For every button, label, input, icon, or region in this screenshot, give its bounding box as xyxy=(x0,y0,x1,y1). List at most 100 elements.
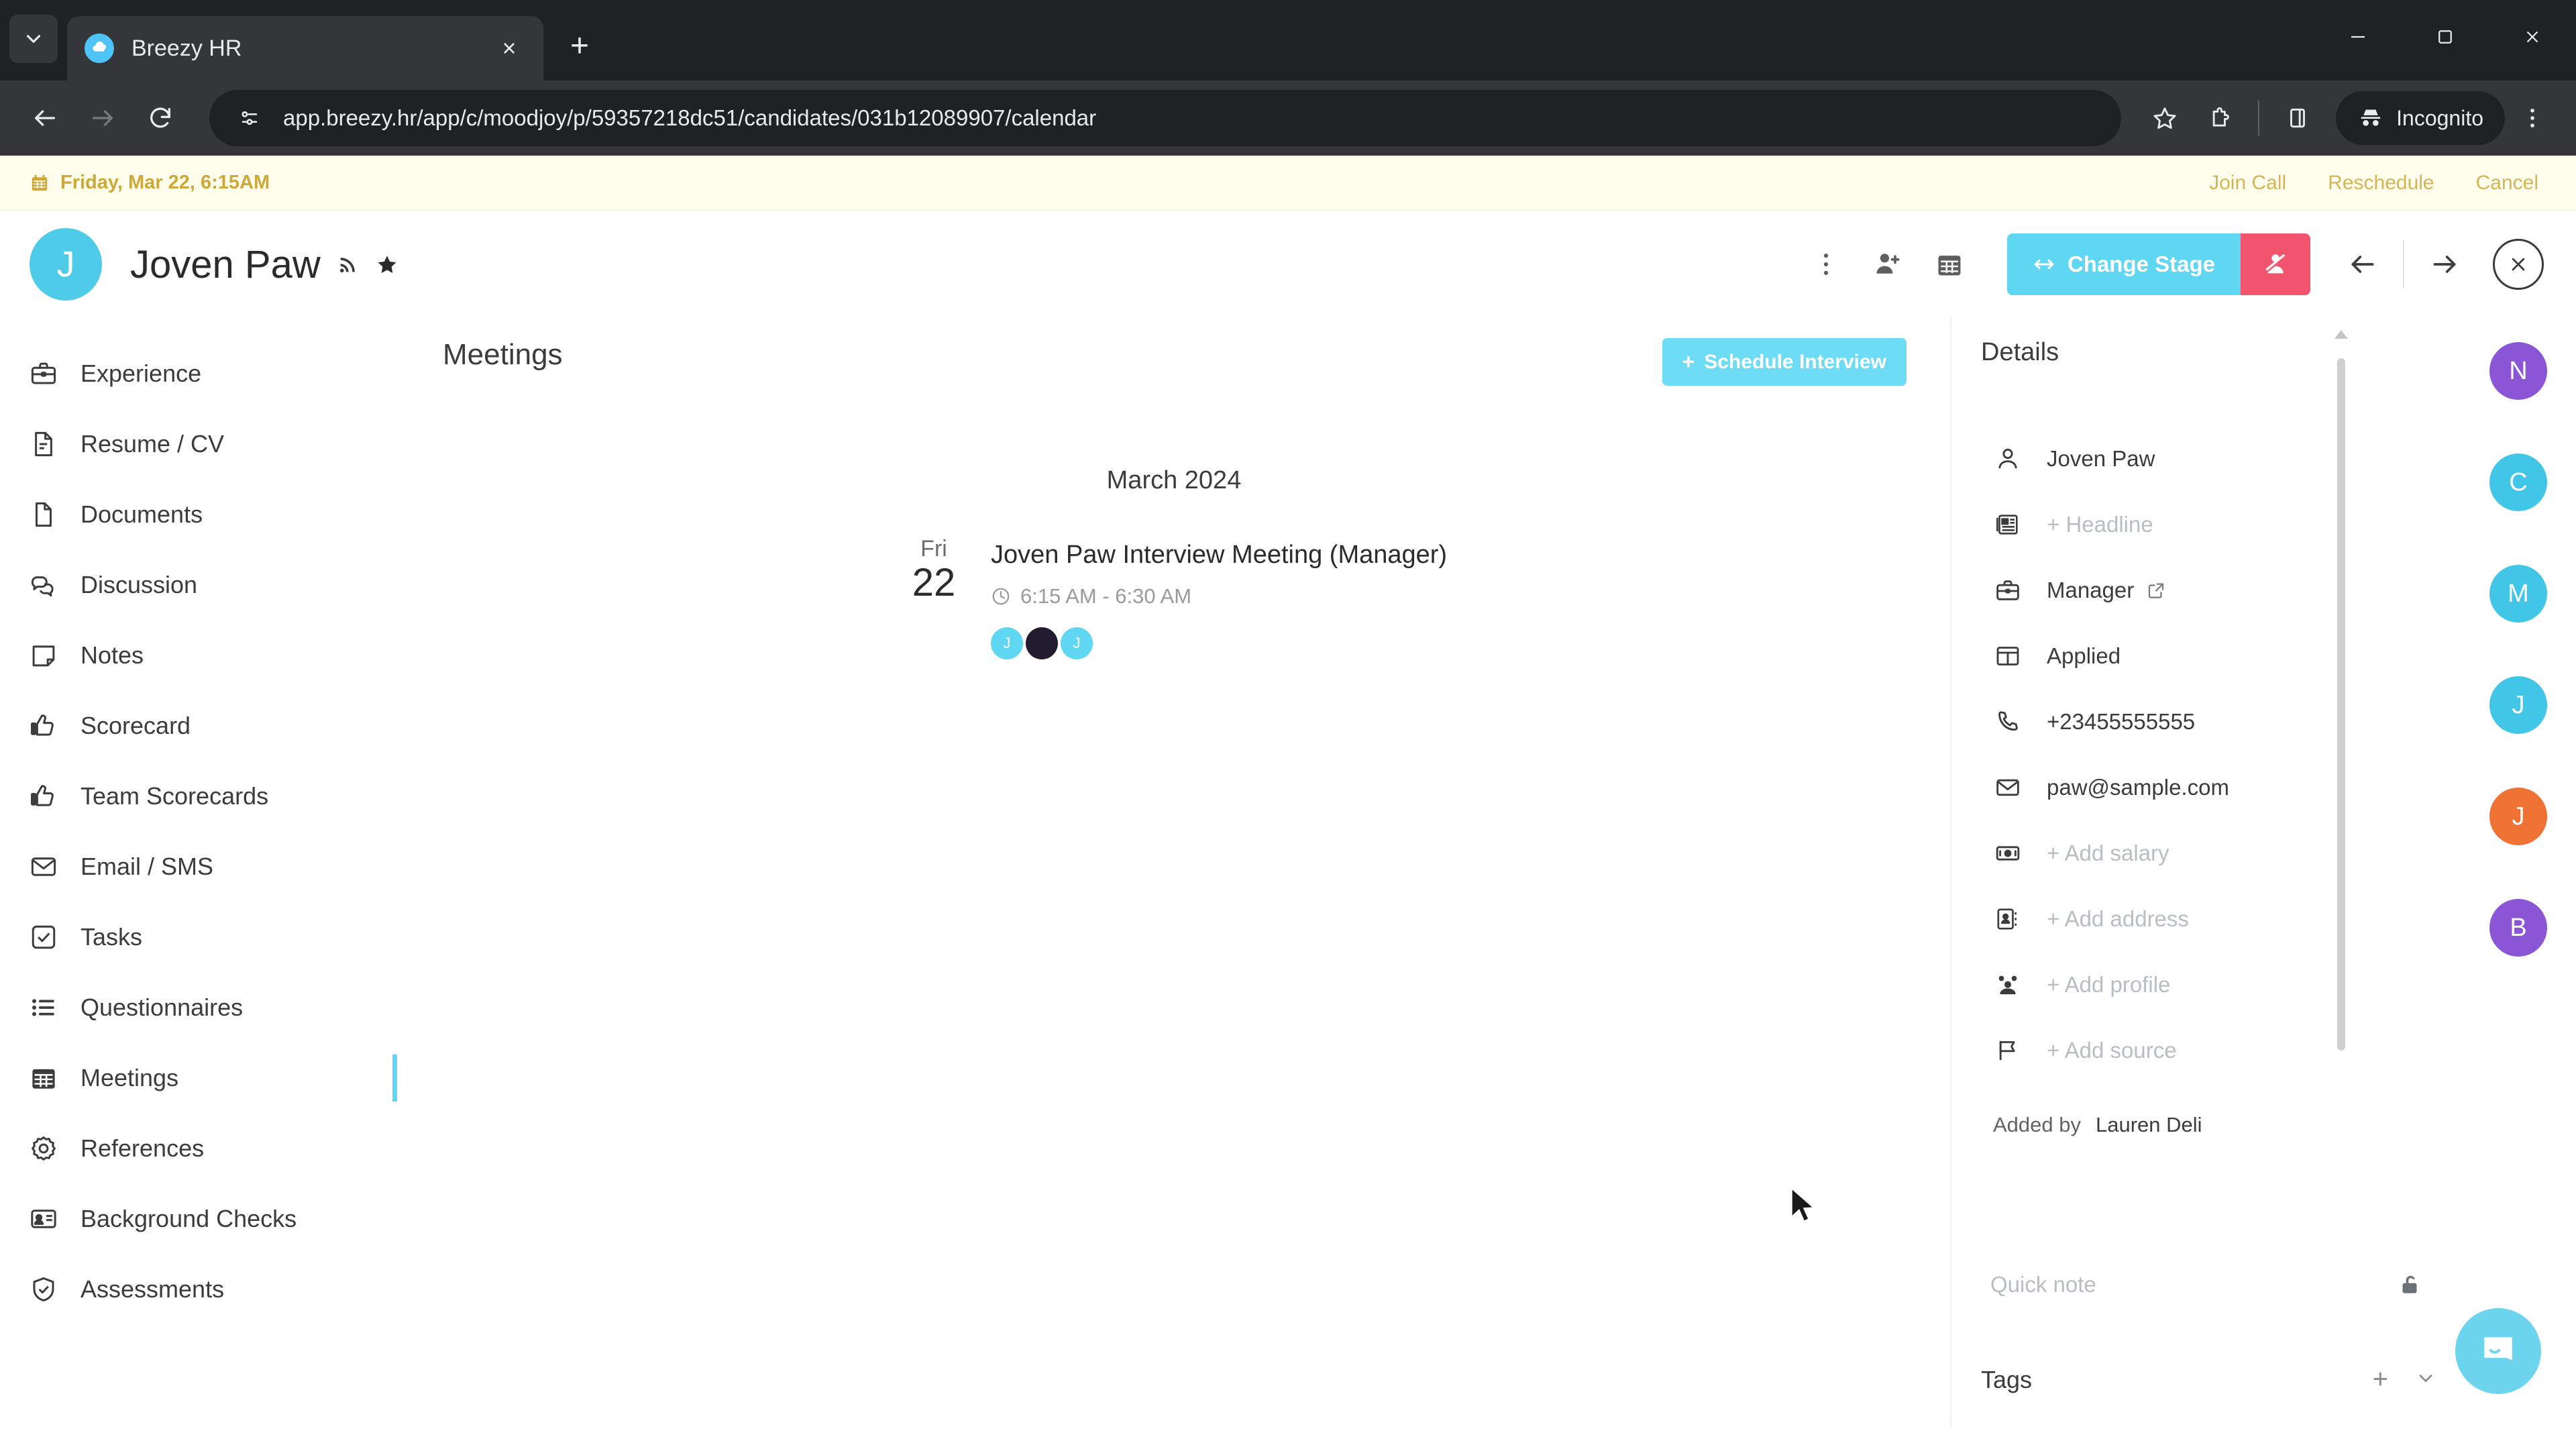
flag-icon xyxy=(1993,1036,2023,1065)
schedule-interview-button[interactable]: + Schedule Interview xyxy=(1662,338,1907,386)
thumbs-up-icon xyxy=(28,781,59,812)
sidebar-item-email-sms[interactable]: Email / SMS xyxy=(0,831,397,902)
sidebar-item-assessments[interactable]: Assessments xyxy=(0,1254,397,1324)
sidebar-item-label: Experience xyxy=(80,359,202,387)
collaborator-avatar[interactable]: N xyxy=(2489,342,2547,400)
site-settings-button[interactable] xyxy=(231,99,268,137)
detail-row-headline[interactable]: + Headline xyxy=(1993,492,2461,557)
reload-button[interactable] xyxy=(131,89,189,147)
rss-feed-icon[interactable] xyxy=(337,253,360,276)
incognito-profile-button[interactable]: Incognito xyxy=(2336,91,2505,145)
sidebar-item-discussion[interactable]: Discussion xyxy=(0,549,397,620)
sidebar-item-notes[interactable]: Notes xyxy=(0,620,397,690)
attendee-avatar[interactable]: J xyxy=(991,627,1023,659)
detail-row-stage[interactable]: Applied xyxy=(1993,623,2461,689)
change-stage-button[interactable]: Change Stage xyxy=(2006,233,2241,295)
meeting-time: 6:15 AM - 6:30 AM xyxy=(1020,584,1192,608)
sidebar-item-documents[interactable]: Documents xyxy=(0,479,397,549)
collaborator-avatar[interactable]: C xyxy=(2489,453,2547,511)
sidebar-item-label: Team Scorecards xyxy=(80,782,269,810)
forward-button[interactable] xyxy=(74,89,131,147)
join-call-link[interactable]: Join Call xyxy=(2209,172,2286,195)
calendar-button[interactable] xyxy=(1919,233,1980,295)
sidebar-item-tasks[interactable]: Tasks xyxy=(0,902,397,972)
sidebar-item-team-scorecards[interactable]: Team Scorecards xyxy=(0,761,397,831)
add-person-button[interactable] xyxy=(1857,233,1919,295)
sidebar-item-meetings[interactable]: Meetings xyxy=(0,1042,397,1113)
collaborator-avatar[interactable]: J xyxy=(2489,788,2547,845)
favorite-star-icon[interactable] xyxy=(376,253,398,276)
stage-control-group: Change Stage xyxy=(2006,233,2310,295)
close-window-icon xyxy=(2526,31,2538,43)
tab-search-chevron-icon xyxy=(26,35,41,43)
sidebar-item-label: Assessments xyxy=(80,1275,225,1303)
cancel-link[interactable]: Cancel xyxy=(2476,172,2538,195)
scroll-up-arrow-icon[interactable] xyxy=(2334,330,2348,339)
side-panel-button[interactable] xyxy=(2270,91,2325,146)
more-options-button[interactable] xyxy=(1795,233,1857,295)
detail-value: +23455555555 xyxy=(2047,709,2196,734)
close-icon xyxy=(2512,258,2525,271)
sidebar-item-background-checks[interactable]: Background Checks xyxy=(0,1183,397,1254)
new-tab-button[interactable]: + xyxy=(555,21,604,70)
intercom-chat-button[interactable] xyxy=(2455,1308,2541,1394)
address-bar[interactable]: app.breezy.hr/app/c/moodjoy/p/59357218dc… xyxy=(209,90,2122,146)
external-link-icon[interactable] xyxy=(2146,580,2166,600)
scrollbar-thumb[interactable] xyxy=(2337,358,2345,1051)
minimize-button[interactable] xyxy=(2314,0,2402,74)
sidebar-item-label: Resume / CV xyxy=(80,429,225,458)
detail-row-position[interactable]: Manager xyxy=(1993,557,2461,623)
three-dot-menu-icon xyxy=(1823,254,1829,275)
reschedule-link[interactable]: Reschedule xyxy=(2328,172,2434,195)
unlock-icon[interactable] xyxy=(2398,1273,2422,1297)
sidebar-item-experience[interactable]: Experience xyxy=(0,338,397,409)
detail-row-source[interactable]: + Add source xyxy=(1993,1018,2461,1083)
attendee-avatar-photo[interactable] xyxy=(1026,627,1058,659)
collaborator-avatar[interactable]: B xyxy=(2489,899,2547,957)
meeting-day-number: 22 xyxy=(912,561,956,605)
sidebar-item-resume-cv[interactable]: Resume / CV xyxy=(0,409,397,479)
bookmark-button[interactable] xyxy=(2137,91,2192,146)
reject-candidate-button[interactable] xyxy=(2241,233,2310,295)
collaborator-avatar[interactable]: M xyxy=(2489,565,2547,623)
detail-row-phone[interactable]: +23455555555 xyxy=(1993,689,2461,755)
close-candidate-button[interactable] xyxy=(2493,239,2544,290)
previous-candidate-button[interactable] xyxy=(2332,233,2394,295)
detail-row-address[interactable]: + Add address xyxy=(1993,886,2461,952)
sidebar-item-scorecard[interactable]: Scorecard xyxy=(0,690,397,761)
detail-row-name[interactable]: Joven Paw xyxy=(1993,426,2461,492)
tab-search-button[interactable] xyxy=(9,15,58,63)
details-scrollbar[interactable] xyxy=(2334,330,2348,1068)
add-tag-button[interactable]: + xyxy=(2373,1364,2388,1395)
browser-tab[interactable]: Breezy HR × xyxy=(67,16,543,80)
back-arrow-icon xyxy=(35,110,56,126)
browser-menu-button[interactable] xyxy=(2505,91,2560,146)
forward-arrow-icon xyxy=(2433,256,2456,273)
meeting-list-item[interactable]: Fri 22 Joven Paw Interview Meeting (Mana… xyxy=(397,536,1951,659)
quick-note-input[interactable]: Quick note xyxy=(1990,1272,2096,1297)
attendee-avatar[interactable]: J xyxy=(1061,627,1093,659)
back-button[interactable] xyxy=(16,89,74,147)
chevron-down-icon[interactable] xyxy=(2415,1367,2436,1392)
sidebar-item-label: References xyxy=(80,1134,205,1162)
meeting-title[interactable]: Joven Paw Interview Meeting (Manager) xyxy=(991,541,1447,570)
close-window-button[interactable] xyxy=(2489,0,2576,74)
page-settings-icon xyxy=(241,111,258,125)
sidebar-item-label: Scorecard xyxy=(80,711,191,739)
toolbar-divider xyxy=(2258,101,2260,136)
next-candidate-button[interactable] xyxy=(2414,233,2475,295)
phone-icon xyxy=(1993,707,2023,737)
breezy-cloud-icon xyxy=(85,34,114,63)
sidebar-item-questionnaires[interactable]: Questionnaires xyxy=(0,972,397,1042)
plus-icon: + xyxy=(1682,350,1695,374)
detail-row-salary[interactable]: + Add salary xyxy=(1993,820,2461,886)
collaborator-avatar[interactable]: J xyxy=(2489,676,2547,734)
tab-close-icon[interactable]: × xyxy=(492,32,526,65)
quick-note-row[interactable]: Quick note xyxy=(1951,1272,2461,1297)
extensions-button[interactable] xyxy=(2192,91,2247,146)
detail-row-email[interactable]: paw@sample.com xyxy=(1993,755,2461,820)
added-by-name[interactable]: Lauren Deli xyxy=(2096,1113,2202,1137)
maximize-button[interactable] xyxy=(2402,0,2489,74)
sidebar-item-references[interactable]: References xyxy=(0,1113,397,1183)
detail-row-profile[interactable]: + Add profile xyxy=(1993,952,2461,1018)
